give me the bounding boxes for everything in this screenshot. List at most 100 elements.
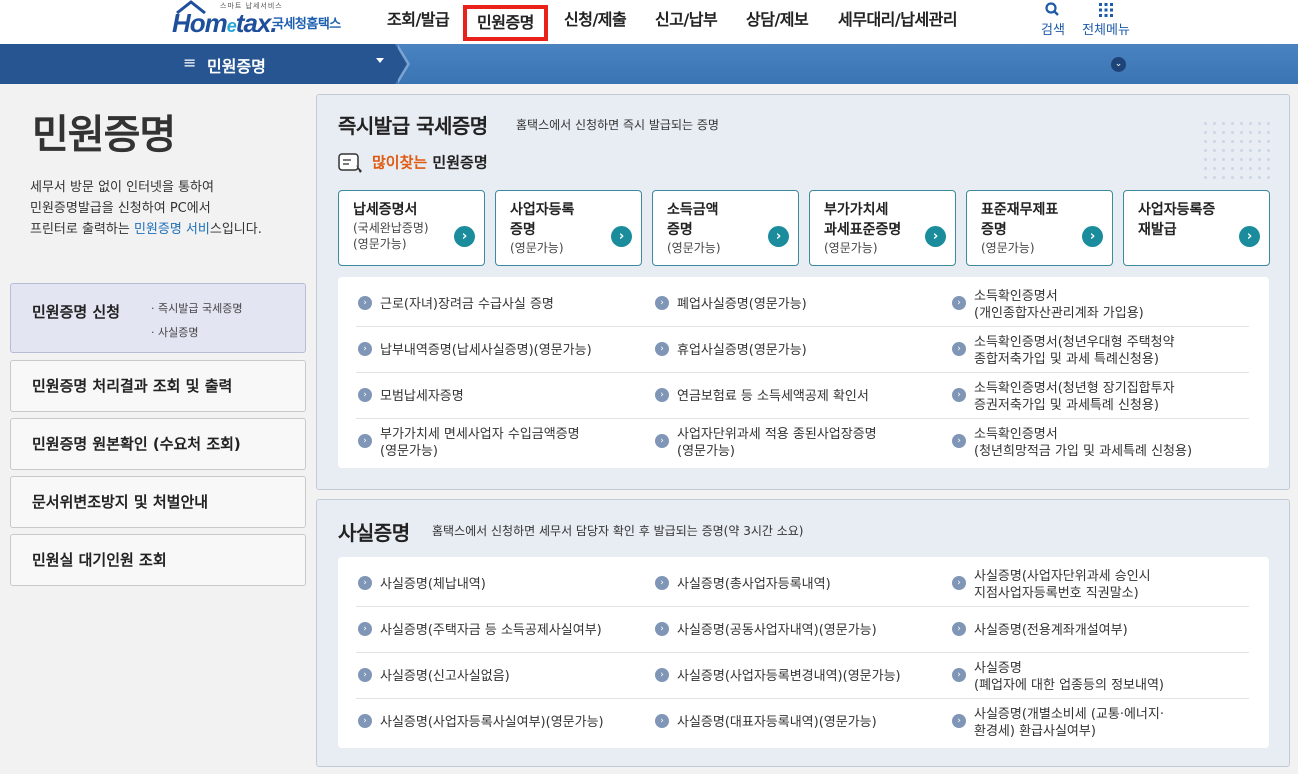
bullet-arrow-icon: › bbox=[655, 668, 669, 682]
list-item[interactable]: › 사실증명(전용계좌개설여부) bbox=[952, 622, 1249, 639]
list-item[interactable]: › 근로(자녀)장려금 수급사실 증명 bbox=[358, 296, 655, 313]
instant-cert-panel: 즉시발급 국세증명 홈택스에서 신청하면 즉시 발급되는 증명 많이찾는 민원증… bbox=[316, 94, 1290, 490]
chevron-down-circle-icon[interactable]: ⌄ bbox=[1111, 57, 1126, 72]
bullet-arrow-icon: › bbox=[358, 622, 372, 636]
nav-inquiry[interactable]: 조회/발급 bbox=[387, 9, 450, 35]
popular-heading: 많이찾는 민원증명 bbox=[338, 151, 488, 175]
list-item[interactable]: › 소득확인증명서(청년우대형 주택청약 종합저축가입 및 과세 특례신청용) bbox=[952, 334, 1249, 368]
bullet-arrow-icon: › bbox=[655, 434, 669, 448]
list-item[interactable]: › 사실증명(개별소비세 (교통·에너지· 환경세) 환급사실여부) bbox=[952, 706, 1249, 740]
list-item[interactable]: › 소득확인증명서 (개인종합자산관리계좌 가입용) bbox=[952, 288, 1249, 322]
logo-korean: 국세청홈택스 bbox=[272, 17, 341, 32]
fact-subtitle: 홈택스에서 신청하면 세무서 담당자 확인 후 발급되는 증명(약 3시간 소요… bbox=[432, 524, 804, 538]
document-hand-icon bbox=[338, 153, 362, 173]
page-description: 세무서 방문 없이 인터넷을 통하여 민원증명발급을 신청하여 PC에서 프린터… bbox=[30, 180, 262, 237]
sidebar-item-apply[interactable]: 민원증명 신청 · 즉시발급 국세증명 · 사실증명 bbox=[10, 283, 306, 353]
fact-title: 사실증명 bbox=[338, 521, 410, 545]
left-sidebar: 민원증명 세무서 방문 없이 인터넷을 통하여 민원증명발급을 신청하여 PC에… bbox=[0, 84, 316, 774]
bullet-arrow-icon: › bbox=[358, 342, 372, 356]
bullet-arrow-icon: › bbox=[358, 434, 372, 448]
card-financial-statement[interactable]: 표준재무제표 증명 (영문가능) › bbox=[966, 190, 1113, 266]
all-menu-button[interactable]: 전체메뉴 bbox=[1080, 0, 1132, 44]
bullet-arrow-icon: › bbox=[952, 296, 966, 310]
sub-nav-arrow bbox=[395, 44, 407, 84]
list-item[interactable]: › 소득확인증명서(청년형 장기집합투자 증권저축가입 및 과세특례 신청용) bbox=[952, 380, 1249, 414]
list-item[interactable]: › 사실증명(신고사실없음) bbox=[358, 668, 655, 685]
bullet-arrow-icon: › bbox=[358, 296, 372, 310]
bullet-arrow-icon: › bbox=[952, 622, 966, 636]
search-label: 검색 bbox=[1041, 23, 1065, 38]
bullet-arrow-icon: › bbox=[952, 388, 966, 402]
bullet-arrow-icon: › bbox=[655, 576, 669, 590]
list-item[interactable]: › 부가가치세 면세사업자 수입금액증명 (영문가능) bbox=[358, 426, 655, 460]
list-item[interactable]: › 소득확인증명서 (청년희망적금 가입 및 과세특례 신청용) bbox=[952, 426, 1249, 460]
list-item[interactable]: › 모범납세자증명 bbox=[358, 388, 655, 405]
nav-application[interactable]: 신청/제출 bbox=[564, 9, 627, 35]
card-income-amount[interactable]: 소득금액 증명 (영문가능) › bbox=[652, 190, 799, 266]
card-tax-payment-cert[interactable]: 납세증명서 (국세완납증명) (영문가능) › bbox=[338, 190, 485, 266]
list-item[interactable]: › 연금보험료 등 소득세액공제 확인서 bbox=[655, 388, 952, 405]
search-button[interactable]: 검색 bbox=[1038, 0, 1068, 44]
sub-nav-label[interactable]: 민원증명 bbox=[207, 53, 266, 77]
sub-navigation-bar: ≡ 민원증명 ⌄ bbox=[0, 44, 1298, 84]
bullet-arrow-icon: › bbox=[655, 296, 669, 310]
instant-title: 즉시발급 국세증명 bbox=[338, 114, 488, 138]
bullet-arrow-icon: › bbox=[952, 576, 966, 590]
card-vat-tax-base[interactable]: 부가가치세 과세표준증명 (영문가능) › bbox=[809, 190, 956, 266]
nav-consult[interactable]: 상담/제보 bbox=[746, 9, 809, 35]
list-item[interactable]: › 사실증명(사업자단위과세 승인시 지점사업자등록번호 직권말소) bbox=[952, 568, 1249, 602]
arrow-right-circle-icon[interactable]: › bbox=[768, 226, 789, 247]
bullet-arrow-icon: › bbox=[655, 388, 669, 402]
bullet-arrow-icon: › bbox=[358, 714, 372, 728]
arrow-right-circle-icon[interactable]: › bbox=[925, 226, 946, 247]
bullet-arrow-icon: › bbox=[655, 714, 669, 728]
sidebar-item-result[interactable]: 민원증명 처리결과 조회 및 출력 bbox=[10, 360, 306, 412]
arrow-right-circle-icon[interactable]: › bbox=[611, 226, 632, 247]
nav-report-pay[interactable]: 신고/납부 bbox=[655, 9, 718, 35]
service-link[interactable]: 민원증명 서비 bbox=[134, 222, 210, 237]
logo-brand: Hometax. bbox=[172, 8, 278, 38]
sidebar-sub-instant[interactable]: · 즉시발급 국세증명 bbox=[151, 300, 242, 316]
list-item[interactable]: › 사실증명(체납내역) bbox=[358, 576, 655, 593]
page-title: 민원증명 bbox=[32, 112, 176, 158]
fact-cert-list: › 사실증명(체납내역) › 사실증명(총사업자등록내역) › 사실증명(사업자단위과… bbox=[338, 557, 1269, 748]
list-item[interactable]: › 사실증명(총사업자등록내역) bbox=[655, 576, 952, 593]
sub-nav-dropdown[interactable] bbox=[0, 44, 395, 84]
instant-subtitle: 홈택스에서 신청하면 즉시 발급되는 증명 bbox=[516, 118, 719, 132]
nav-certificate[interactable]: 민원증명 bbox=[463, 5, 548, 41]
hamburger-icon: ≡ bbox=[183, 53, 197, 72]
sidebar-item-forgery[interactable]: 문서위변조방지 및 처벌안내 bbox=[10, 476, 306, 528]
top-header: 스마트 납세서비스 Hometax. 국세청홈택스 조회/발급 민원증명 신청/… bbox=[0, 0, 1298, 44]
caret-down-icon[interactable] bbox=[376, 58, 384, 63]
bullet-arrow-icon: › bbox=[952, 434, 966, 448]
arrow-right-circle-icon[interactable]: › bbox=[1239, 226, 1260, 247]
list-item[interactable]: › 납부내역증명(납세사실증명)(영문가능) bbox=[358, 342, 655, 359]
bullet-arrow-icon: › bbox=[358, 576, 372, 590]
sidebar-item-original-check[interactable]: 민원증명 원본확인 (수요처 조회) bbox=[10, 418, 306, 470]
list-item[interactable]: › 사실증명(사업자등록변경내역)(영문가능) bbox=[655, 668, 952, 685]
sidebar-item-waiting[interactable]: 민원실 대기인원 조회 bbox=[10, 534, 306, 586]
bullet-arrow-icon: › bbox=[952, 668, 966, 682]
list-item[interactable]: › 사실증명(사업자등록사실여부)(영문가능) bbox=[358, 714, 655, 731]
arrow-right-circle-icon[interactable]: › bbox=[454, 226, 475, 247]
list-item[interactable]: › 사실증명 (폐업자에 대한 업종등의 정보내역) bbox=[952, 660, 1249, 694]
list-item[interactable]: › 사실증명(주택자금 등 소득공제사실여부) bbox=[358, 622, 655, 639]
all-menu-label: 전체메뉴 bbox=[1082, 23, 1130, 38]
card-registration-reissue[interactable]: 사업자등록증 재발급 › bbox=[1123, 190, 1270, 266]
bullet-arrow-icon: › bbox=[358, 668, 372, 682]
bullet-arrow-icon: › bbox=[655, 622, 669, 636]
fact-cert-panel: 사실증명 홈택스에서 신청하면 세무서 담당자 확인 후 발급되는 증명(약 3… bbox=[316, 499, 1290, 767]
bullet-arrow-icon: › bbox=[655, 342, 669, 356]
list-item[interactable]: › 사업자단위과세 적용 종된사업장증명 (영문가능) bbox=[655, 426, 952, 460]
sidebar-sub-fact[interactable]: · 사실증명 bbox=[151, 324, 198, 340]
decorative-dots bbox=[1201, 119, 1271, 179]
search-icon bbox=[1045, 2, 1059, 16]
list-item[interactable]: › 휴업사실증명(영문가능) bbox=[655, 342, 952, 359]
list-item[interactable]: › 사실증명(공동사업자내역)(영문가능) bbox=[655, 622, 952, 639]
list-item[interactable]: › 사실증명(대표자등록내역)(영문가능) bbox=[655, 714, 952, 731]
list-item[interactable]: › 폐업사실증명(영문가능) bbox=[655, 296, 952, 313]
nav-tax-agent[interactable]: 세무대리/납세관리 bbox=[838, 9, 958, 35]
hometax-logo[interactable]: 스마트 납세서비스 Hometax. 국세청홈택스 bbox=[170, 0, 355, 44]
card-business-registration[interactable]: 사업자등록 증명 (영문가능) › bbox=[495, 190, 642, 266]
arrow-right-circle-icon[interactable]: › bbox=[1082, 226, 1103, 247]
